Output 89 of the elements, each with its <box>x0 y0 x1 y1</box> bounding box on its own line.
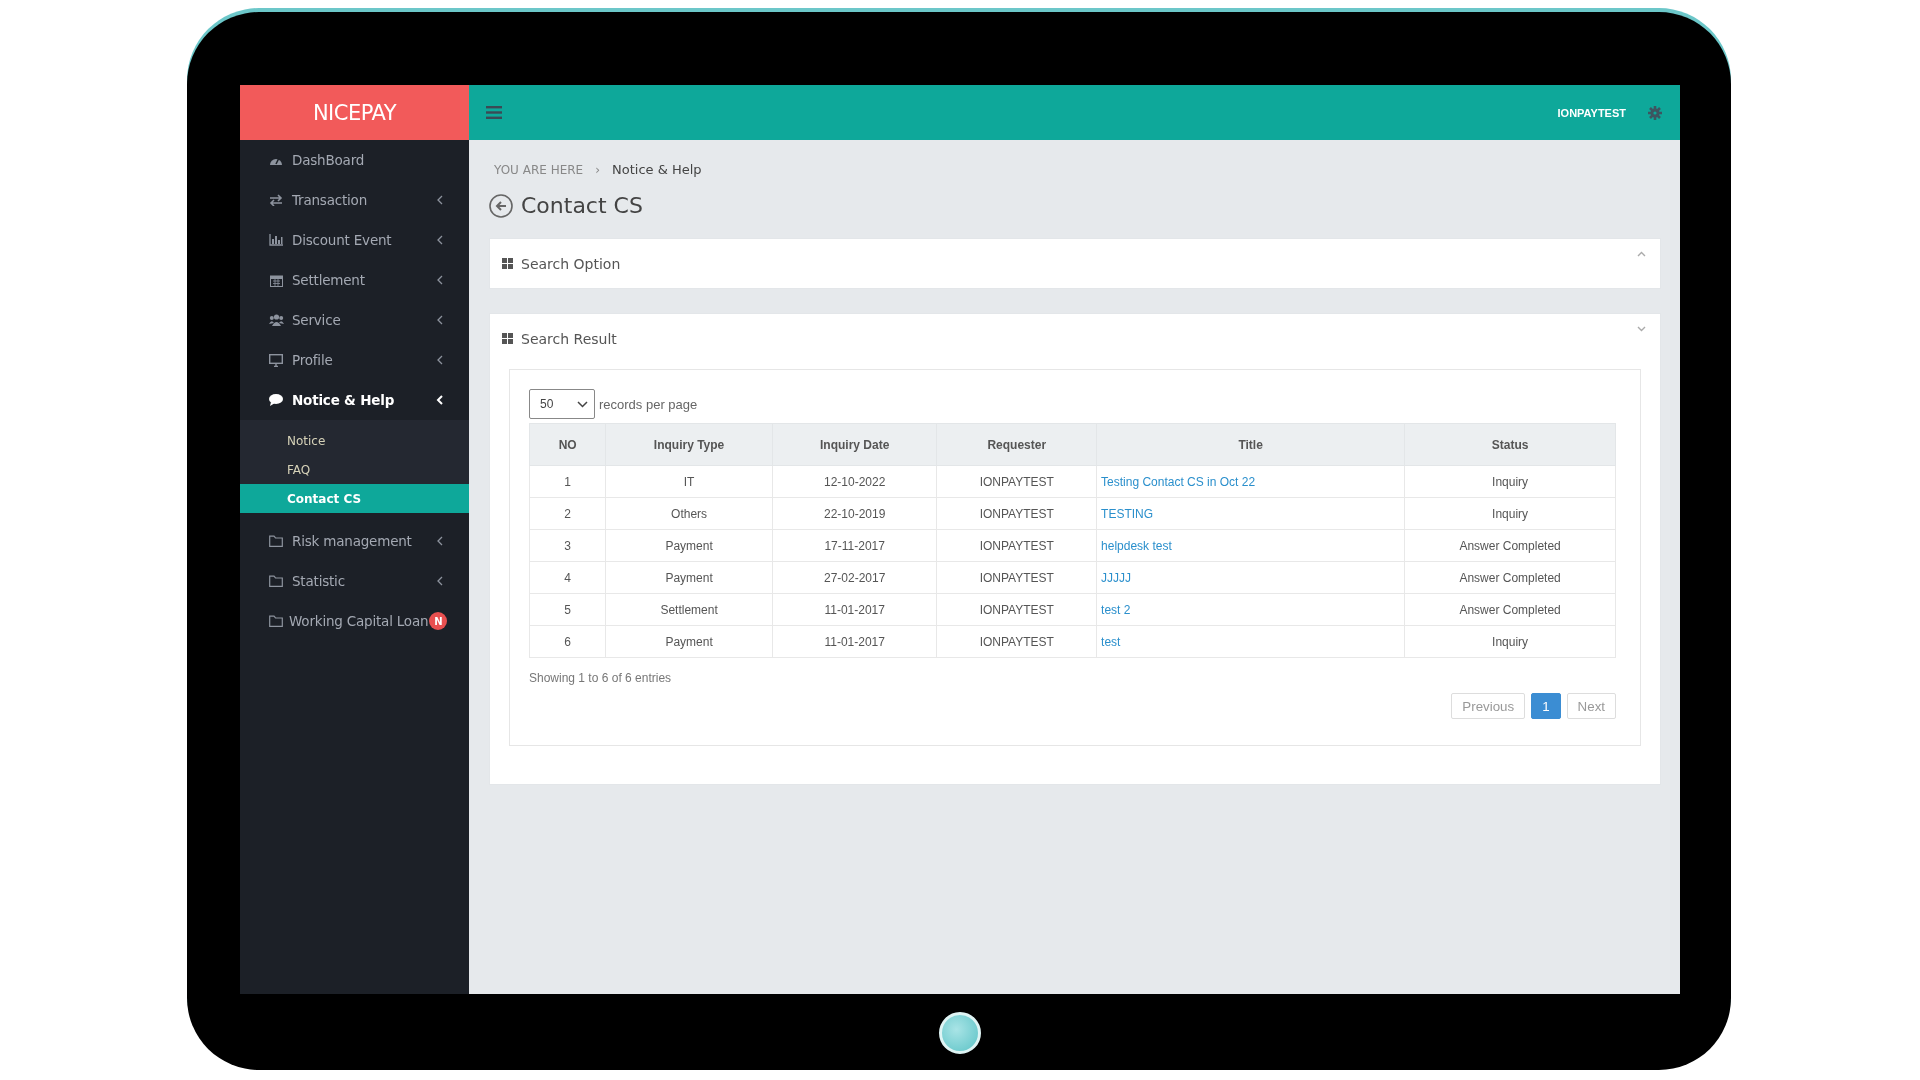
folder-icon <box>269 535 283 547</box>
sidebar-item[interactable]: Transaction <box>240 180 469 220</box>
column-header[interactable]: Requester <box>936 423 1097 466</box>
column-header[interactable]: Inquiry Date <box>772 423 937 466</box>
table-cell: IONPAYTEST <box>936 625 1097 658</box>
chevron-up-icon[interactable] <box>1637 251 1646 257</box>
chevron-left-icon <box>436 315 444 325</box>
panel-title: Search Result <box>521 330 617 347</box>
column-header[interactable]: Inquiry Type <box>605 423 773 466</box>
bar-chart-icon <box>269 234 283 246</box>
title-link[interactable]: helpdesk test <box>1101 538 1172 553</box>
chevron-left-icon <box>436 395 444 405</box>
sidebar-item[interactable]: Notice & Help <box>240 380 469 420</box>
folder-icon <box>269 615 283 627</box>
chevron-left-icon <box>436 576 444 586</box>
table-cell: 11-01-2017 <box>772 625 937 658</box>
sidebar-item[interactable]: Settlement <box>240 260 469 300</box>
table-cell: Answer Completed <box>1404 529 1616 562</box>
panel-title: Search Option <box>521 255 621 272</box>
table-cell: 22-10-2019 <box>772 497 937 530</box>
chevron-left-icon <box>436 536 444 546</box>
submenu-item[interactable]: FAQ <box>240 455 469 484</box>
table-cell: Settlement <box>605 593 773 626</box>
page-button[interactable]: 1 <box>1531 693 1561 719</box>
table-cell: 1 <box>529 465 606 498</box>
table-cell: 5 <box>529 593 606 626</box>
table-cell: 6 <box>529 625 606 658</box>
arrows-icon <box>269 194 283 206</box>
table-cell: Payment <box>605 625 773 658</box>
chevron-down-icon[interactable] <box>1637 326 1646 332</box>
table-cell: Answer Completed <box>1404 561 1616 594</box>
submenu-item[interactable]: Notice <box>240 426 469 455</box>
table-cell: 27-02-2017 <box>772 561 937 594</box>
table-cell: Inquiry <box>1404 497 1616 530</box>
table-cell: IONPAYTEST <box>936 561 1097 594</box>
column-header[interactable]: Title <box>1096 423 1405 466</box>
column-header[interactable]: NO <box>529 423 606 466</box>
grid-icon <box>502 333 513 344</box>
table-cell: 11-01-2017 <box>772 593 937 626</box>
table-cell: IONPAYTEST <box>936 497 1097 530</box>
sidebar-item[interactable]: DashBoard <box>240 140 469 180</box>
table-cell: IONPAYTEST <box>936 529 1097 562</box>
chevron-left-icon <box>436 195 444 205</box>
sidebar-item[interactable]: Service <box>240 300 469 340</box>
sidebar-item[interactable]: Discount Event <box>240 220 469 260</box>
title-link[interactable]: JJJJJ <box>1101 570 1132 585</box>
speech-bubble-icon <box>269 394 283 406</box>
table-cell: 3 <box>529 529 606 562</box>
table-cell: IONPAYTEST <box>936 593 1097 626</box>
table-cell: 2 <box>529 497 606 530</box>
menu-icon[interactable] <box>486 106 502 119</box>
page-size-label: records per page <box>599 396 698 412</box>
chevron-down-icon <box>577 400 588 408</box>
entries-info: Showing 1 to 6 of 6 entries <box>529 671 673 685</box>
title-link[interactable]: TESTING <box>1101 506 1154 521</box>
table-cell: Answer Completed <box>1404 593 1616 626</box>
table-cell: Payment <box>605 561 773 594</box>
table-cell: Others <box>605 497 773 530</box>
breadcrumb-item[interactable]: Notice & Help <box>612 162 702 177</box>
title-link[interactable]: test 2 <box>1101 602 1131 617</box>
folder-icon <box>269 575 283 587</box>
table-cell: Inquiry <box>1404 465 1616 498</box>
breadcrumb-separator: › <box>595 162 600 177</box>
table-cell: 17-11-2017 <box>772 529 937 562</box>
sidebar-item[interactable]: Profile <box>240 340 469 380</box>
new-badge: N <box>429 612 448 630</box>
column-header[interactable]: Status <box>1404 423 1616 466</box>
table-cell: Inquiry <box>1404 625 1616 658</box>
page-title: Contact CS <box>521 193 643 218</box>
sidebar-item[interactable]: Working Capital Loan N <box>240 601 469 641</box>
table-cell: Payment <box>605 529 773 562</box>
table-cell: IONPAYTEST <box>936 465 1097 498</box>
home-button[interactable] <box>939 1012 981 1054</box>
sidebar-item[interactable]: Statistic <box>240 561 469 601</box>
monitor-icon <box>269 353 283 367</box>
table-cell: IT <box>605 465 773 498</box>
grid-icon <box>502 258 513 269</box>
breadcrumb-label: YOU ARE HERE <box>494 162 584 177</box>
chevron-left-icon <box>436 355 444 365</box>
sidebar-item[interactable]: Risk management <box>240 521 469 561</box>
users-icon <box>268 314 284 326</box>
settings-icon[interactable] <box>1648 105 1662 120</box>
page-size-select[interactable]: 50 <box>529 389 595 419</box>
chevron-left-icon <box>436 235 444 245</box>
table-cell: 4 <box>529 561 606 594</box>
table-cell: 12-10-2022 <box>772 465 937 498</box>
chevron-left-icon <box>436 275 444 285</box>
title-link[interactable]: test <box>1101 634 1121 649</box>
calendar-icon <box>269 273 283 287</box>
